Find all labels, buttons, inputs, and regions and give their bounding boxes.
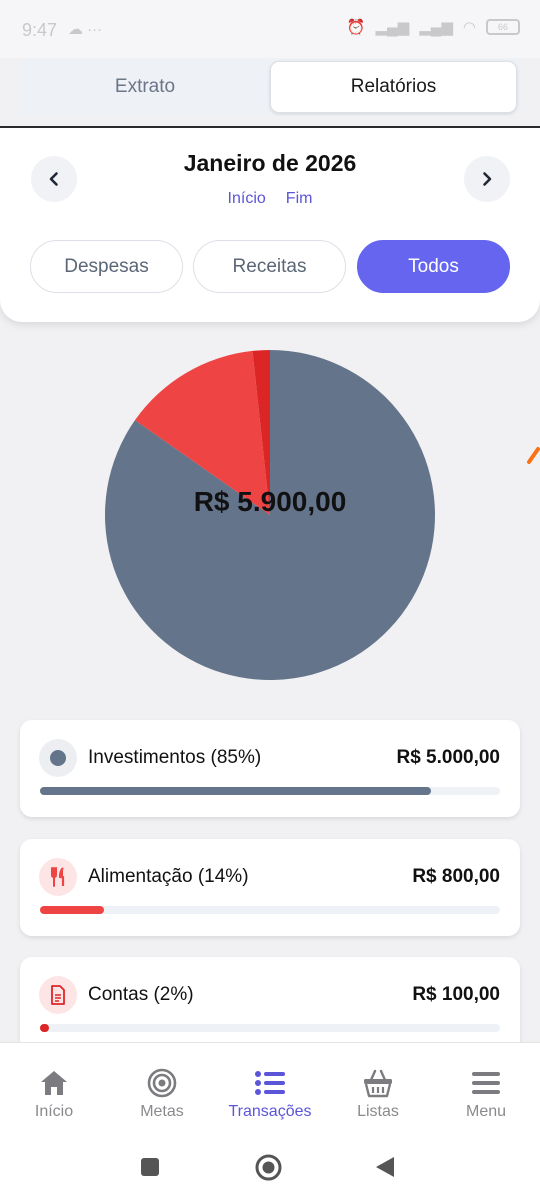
view-tabs: Extrato Relatórios [20,58,520,116]
end-date-link[interactable]: Fim [286,190,313,208]
tab-extrato[interactable]: Extrato [20,61,270,113]
wifi-icon: ◠ [462,19,476,36]
recents-button[interactable] [140,1157,160,1177]
menu-icon [472,1072,500,1094]
target-icon [147,1068,177,1098]
status-bar: 9:47 ☁ ··· ⏰ ▂▄▆ ▂▄▆ ◠ 66 [0,0,540,58]
category-label: Contas (2%) [88,984,194,1005]
home-button[interactable] [255,1154,282,1181]
nav-item-listas[interactable]: Listas [324,1043,432,1139]
battery-icon: 66 [486,19,520,35]
filter-todos[interactable]: Todos [357,240,510,293]
signal-icon-2: ▂▄▆ [419,19,453,36]
scroll-edge-indicator [527,447,540,464]
category-card-contas[interactable]: Contas (2%) R$ 100,00 [20,957,520,1054]
pie-total-label: R$ 5.900,00 [193,486,347,517]
category-card-investimentos[interactable]: Investimentos (85%) R$ 5.000,00 [20,720,520,817]
nav-item-inicio[interactable]: Início [0,1043,108,1139]
period-title: Janeiro de 2026 [183,150,357,176]
period-range: Início Fim [0,190,540,208]
document-icon [51,985,65,1005]
bottom-navigation: Início Metas Transações Listas Menu [0,1042,540,1138]
nav-label: Menu [465,1103,507,1120]
category-progress-track [40,906,500,914]
nav-label: Transações [228,1103,312,1120]
alarm-off-icon: ⏰ [346,19,366,36]
home-icon [41,1071,67,1095]
signal-icon: ▂▄▆ [375,19,410,36]
category-icon-investimentos [39,739,77,777]
nav-item-metas[interactable]: Metas [108,1043,216,1139]
category-label: Investimentos (85%) [88,747,262,768]
category-card-alimentacao[interactable]: Alimentação (14%) R$ 800,00 [20,839,520,936]
period-card: Janeiro de 2026 Início Fim Despesas Rece… [0,128,540,322]
status-icons: ⏰ ▂▄▆ ▂▄▆ ◠ 66 [347,18,520,36]
category-value: R$ 5.000,00 [396,747,500,768]
category-progress-fill [40,787,431,795]
nav-item-transacoes[interactable]: Transações [216,1043,324,1139]
back-button[interactable] [374,1155,396,1179]
category-icon-contas [39,976,77,1014]
nav-label: Início [34,1103,74,1120]
category-label: Alimentação (14%) [88,866,249,887]
status-time: 9:47 [22,20,58,40]
nav-item-menu[interactable]: Menu [432,1043,540,1139]
category-progress-fill [40,1024,50,1032]
start-date-link[interactable]: Início [228,190,266,208]
category-progress-track [40,1024,500,1032]
filter-despesas[interactable]: Despesas [30,240,183,293]
filter-receitas[interactable]: Receitas [193,240,346,293]
system-navigation-bar [0,1138,540,1200]
category-icon-alimentacao [39,858,77,896]
list-icon [255,1071,285,1095]
basket-icon [364,1069,392,1098]
chevron-right-icon [483,172,492,186]
nav-label: Listas [357,1103,399,1120]
nav-label: Metas [140,1103,184,1120]
utensils-icon [51,867,65,887]
category-value: R$ 100,00 [412,984,500,1005]
category-progress-fill [40,906,105,914]
tab-relatorios[interactable]: Relatórios [270,61,517,113]
circle-icon [50,750,66,766]
next-month-button[interactable] [464,156,510,202]
category-progress-track [40,787,500,795]
cloud-icon: ☁ ··· [68,21,103,38]
category-value: R$ 800,00 [412,866,500,887]
